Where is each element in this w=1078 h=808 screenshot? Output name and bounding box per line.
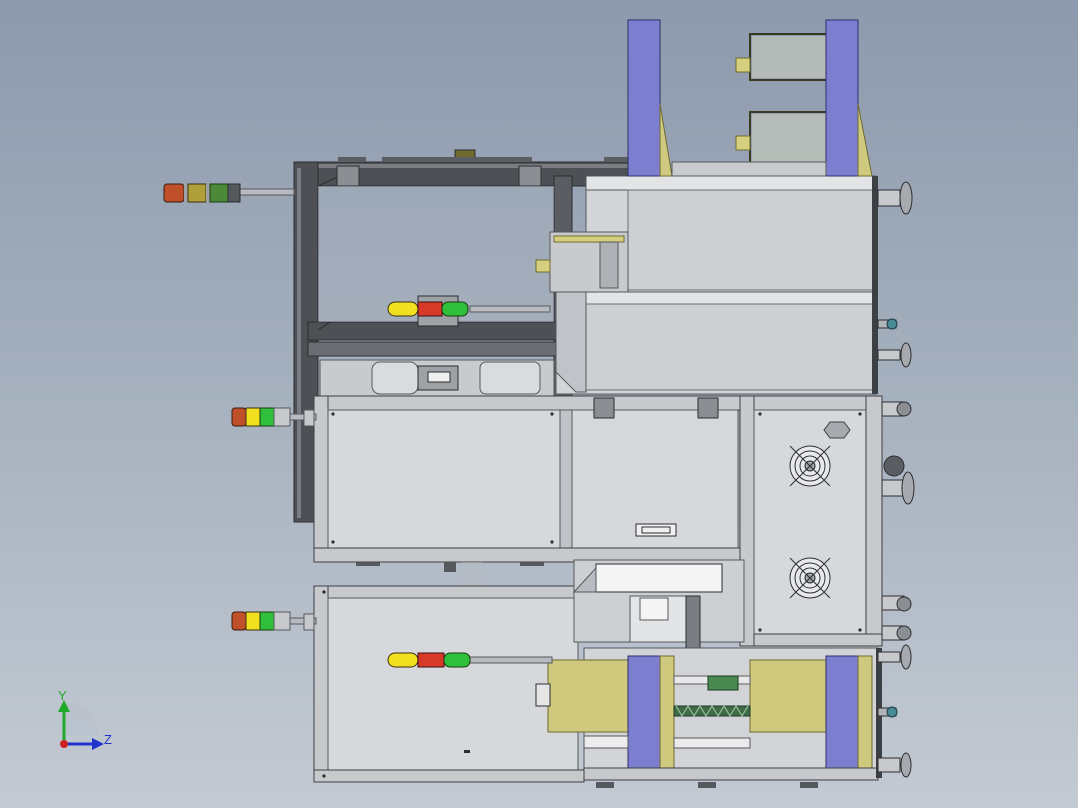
right-side-fittings — [877, 181, 915, 778]
cooling-fan-upper — [789, 445, 831, 487]
knob — [877, 706, 898, 718]
triad-y-label: Y — [58, 688, 67, 703]
coordinate-triad: Y Z — [58, 688, 112, 750]
signal-tower-top-left — [163, 183, 295, 203]
knob — [877, 342, 912, 368]
upper-right-enclosure — [535, 175, 878, 395]
knob — [881, 401, 912, 417]
cad-assembly-view: Y Z — [58, 19, 915, 788]
knob — [877, 752, 912, 778]
lower-lift-assembly — [535, 647, 882, 788]
signal-tower-low-left — [231, 611, 317, 631]
knob — [877, 318, 898, 330]
triad-z-label: Z — [104, 732, 112, 747]
knob — [881, 595, 912, 612]
motor-assembly — [319, 359, 555, 397]
cooling-fan-lower — [789, 557, 831, 599]
top-lift-assembly — [627, 19, 873, 177]
knob — [877, 181, 913, 215]
knob — [877, 644, 912, 670]
feet-middle — [356, 562, 544, 586]
knob — [883, 455, 905, 477]
knob — [881, 471, 915, 505]
knob — [881, 625, 912, 641]
